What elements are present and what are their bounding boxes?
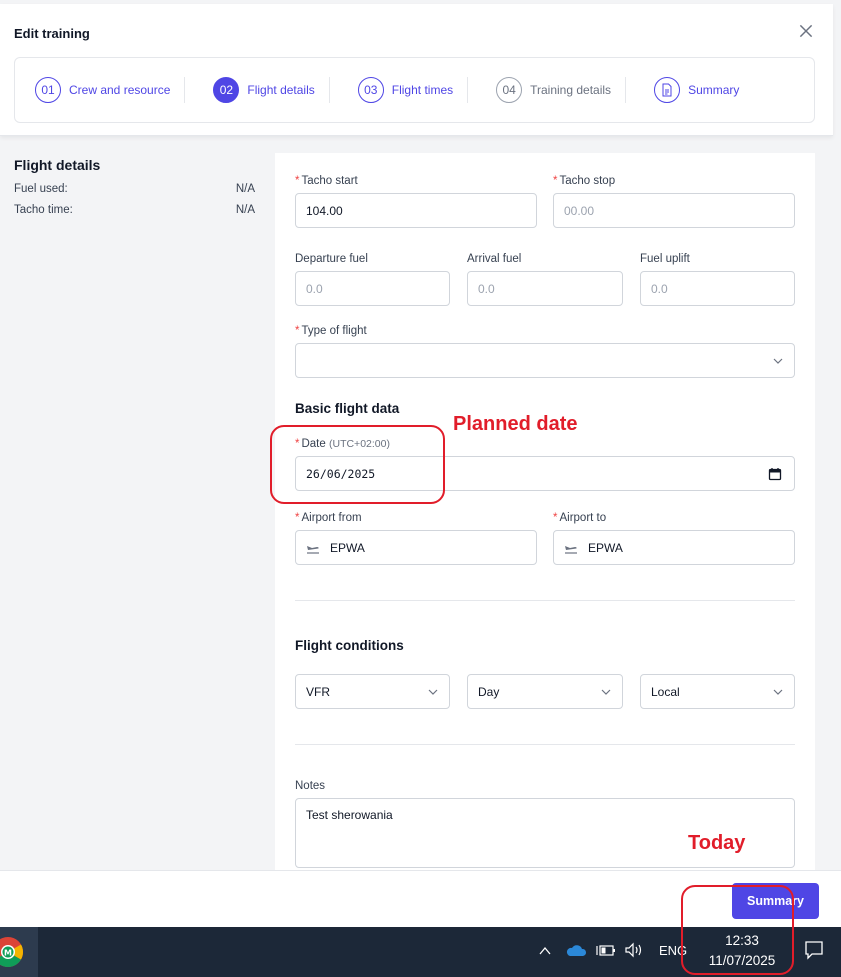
- planned-date-highlight: [270, 425, 445, 504]
- close-icon[interactable]: [797, 22, 815, 40]
- left-summary-panel: Flight details Fuel used: N/A Tacho time…: [14, 157, 255, 225]
- flight-rules-select[interactable]: VFR: [295, 674, 450, 709]
- step-divider: [625, 77, 627, 103]
- modal-title: Edit training: [14, 26, 90, 41]
- step-number: 04: [496, 77, 523, 103]
- step-number: 02: [213, 77, 240, 103]
- departure-fuel-label: Departure fuel: [295, 253, 368, 265]
- step-divider: [467, 77, 469, 103]
- svg-text:M: M: [4, 949, 12, 958]
- step-label: Flight details: [247, 83, 315, 97]
- planned-date-annotation: Planned date: [453, 413, 578, 435]
- speaker-icon[interactable]: [624, 941, 646, 959]
- notification-icon[interactable]: [803, 939, 825, 961]
- step-label: Flight times: [391, 83, 454, 97]
- airport-to-input[interactable]: EPWA: [553, 530, 795, 565]
- step-training-details[interactable]: 04 Training details: [496, 77, 611, 103]
- flight-conditions-title: Flight conditions: [295, 638, 404, 653]
- arrival-fuel-input[interactable]: 0.0: [467, 271, 623, 306]
- fuel-uplift-input[interactable]: 0.0: [640, 271, 795, 306]
- section-divider: [295, 744, 795, 745]
- onedrive-icon[interactable]: [565, 942, 587, 958]
- row-value: N/A: [235, 204, 255, 216]
- step-divider: [184, 77, 186, 103]
- section-divider: [295, 600, 795, 601]
- chevron-up-icon[interactable]: [538, 944, 552, 958]
- chevron-down-icon: [601, 689, 611, 695]
- today-highlight: [681, 885, 794, 975]
- step-number: 01: [35, 77, 61, 103]
- row-label: Fuel used:: [14, 183, 68, 195]
- type-of-flight-label: * Type of flight: [295, 325, 367, 337]
- flight-area-select[interactable]: Local: [640, 674, 795, 709]
- tacho-stop-input[interactable]: 00.00: [553, 193, 795, 228]
- today-annotation: Today: [688, 832, 746, 854]
- day-night-select[interactable]: Day: [467, 674, 623, 709]
- left-panel-title: Flight details: [14, 157, 101, 173]
- flight-details-form: * Tacho start 104.00 * Tacho stop 00.00 De…: [275, 153, 815, 873]
- plane-landing-icon: [565, 545, 577, 554]
- stepper: 01 Crew and resource 02 Flight details 0…: [14, 57, 815, 123]
- row-value: N/A: [235, 183, 255, 195]
- chevron-down-icon: [428, 689, 438, 695]
- fuel-uplift-label: Fuel uplift: [640, 253, 690, 265]
- chrome-icon: M: [0, 937, 24, 968]
- airport-from-label: * Airport from: [295, 512, 362, 524]
- step-flight-times[interactable]: 03 Flight times: [357, 77, 454, 103]
- row-label: Tacho time:: [14, 204, 73, 216]
- battery-icon[interactable]: [596, 942, 616, 958]
- document-icon: [654, 77, 681, 103]
- step-divider: [328, 77, 330, 103]
- airport-to-label: * Airport to: [553, 512, 607, 524]
- type-of-flight-select[interactable]: [295, 343, 795, 378]
- taskbar-app-chrome[interactable]: M: [0, 927, 38, 977]
- calendar-icon[interactable]: [768, 467, 782, 481]
- step-label: Crew and resource: [69, 83, 171, 97]
- notes-label: Notes: [295, 780, 326, 792]
- step-summary[interactable]: Summary: [654, 77, 739, 103]
- fuel-used-row: Fuel used: N/A: [14, 183, 255, 195]
- tacho-time-row: Tacho time: N/A: [14, 204, 255, 216]
- basic-flight-data-title: Basic flight data: [295, 401, 400, 416]
- step-crew-and-resource[interactable]: 01 Crew and resource: [35, 77, 170, 103]
- step-label: Summary: [688, 83, 740, 97]
- departure-fuel-input[interactable]: 0.0: [295, 271, 450, 306]
- airport-from-input[interactable]: EPWA: [295, 530, 537, 565]
- step-flight-details[interactable]: 02 Flight details: [213, 77, 315, 103]
- step-label: Training details: [530, 83, 612, 97]
- chevron-down-icon: [773, 358, 783, 364]
- chevron-down-icon: [773, 689, 783, 695]
- step-number: 03: [357, 77, 384, 103]
- tacho-start-label: * Tacho start: [295, 175, 358, 187]
- plane-landing-icon: [307, 545, 319, 554]
- tacho-start-input[interactable]: 104.00: [295, 193, 537, 228]
- arrival-fuel-label: Arrival fuel: [467, 253, 522, 265]
- tacho-stop-label: * Tacho stop: [553, 175, 616, 187]
- modal-header: Edit training 01 Crew and resource 02 Fl…: [0, 4, 833, 136]
